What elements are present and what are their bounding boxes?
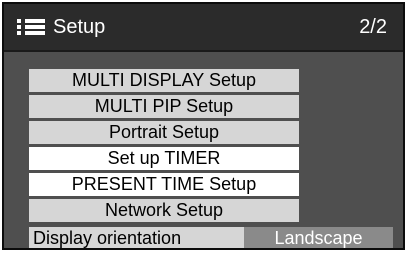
- display-orientation-label: Display orientation: [29, 227, 244, 248]
- menu-item-network-setup[interactable]: Network Setup: [29, 199, 299, 222]
- title-bar: Setup 2/2: [4, 4, 403, 52]
- page-indicator: 2/2: [359, 16, 387, 38]
- menu-item-portrait-setup[interactable]: Portrait Setup: [29, 121, 299, 144]
- setup-menu-panel: Setup 2/2 MULTI DISPLAY Setup MULTI PIP …: [2, 2, 405, 250]
- menu-item-set-up-timer[interactable]: Set up TIMER: [29, 147, 299, 170]
- menu-item-multi-display-setup[interactable]: MULTI DISPLAY Setup: [29, 69, 299, 92]
- menu-title: Setup: [53, 16, 106, 38]
- display-orientation-value[interactable]: Landscape: [244, 227, 393, 248]
- display-orientation-row[interactable]: Display orientation Landscape: [29, 227, 393, 248]
- menu-item-present-time-setup[interactable]: PRESENT TIME Setup: [29, 173, 299, 196]
- menu-item-multi-pip-setup[interactable]: MULTI PIP Setup: [29, 95, 299, 118]
- menu-list-icon: [17, 19, 57, 35]
